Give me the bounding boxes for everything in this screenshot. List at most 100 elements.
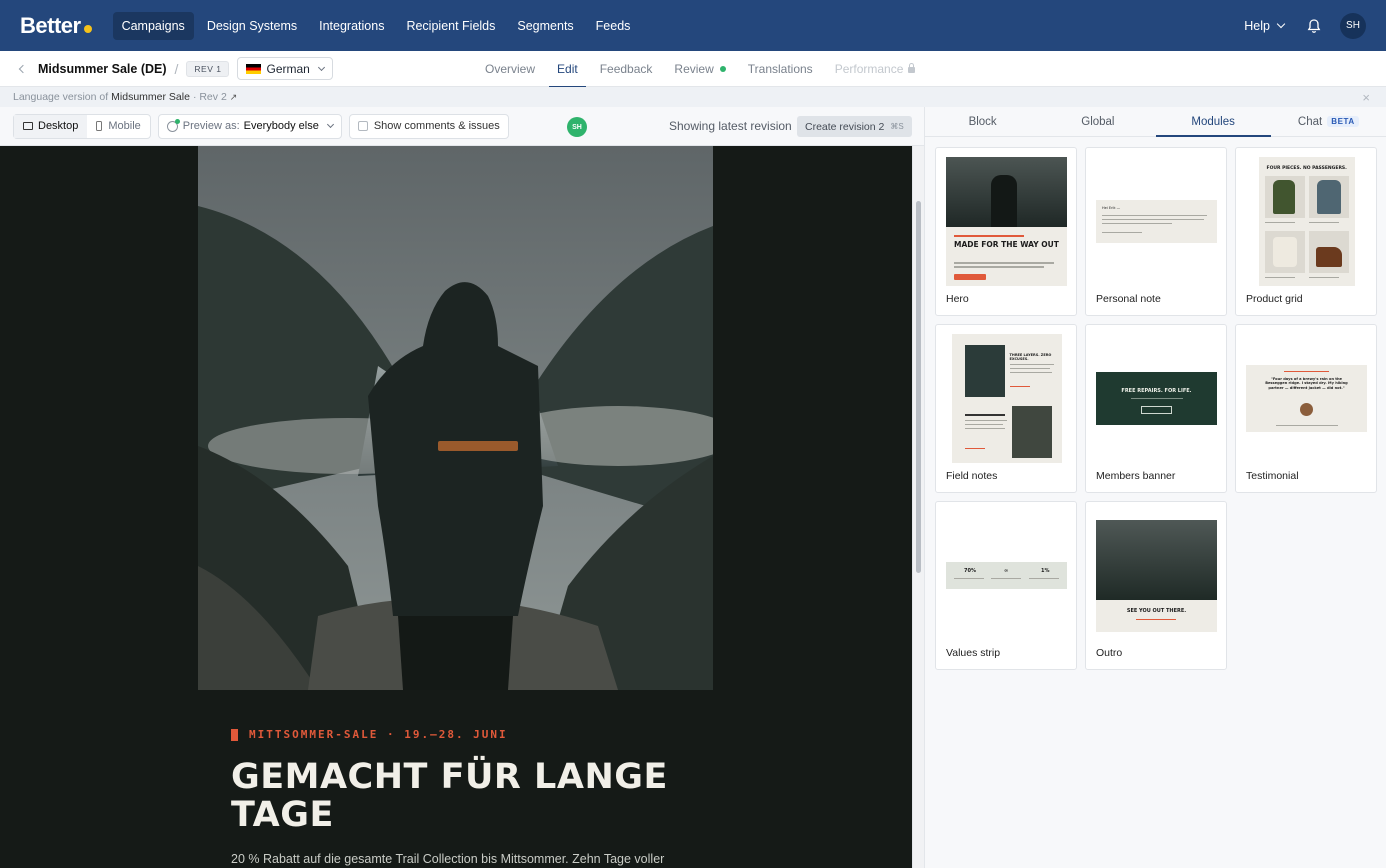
tab-block[interactable]: Block: [925, 107, 1040, 136]
right-panel: Block Global Modules Chat BETA MADE FOR T…: [924, 107, 1386, 868]
logo[interactable]: Better: [20, 13, 92, 39]
module-heading: THREE LAYERS. ZERO EXCUSES.: [1009, 353, 1052, 361]
show-comments-toggle[interactable]: Show comments & issues: [348, 113, 509, 139]
module-thumbnail: 70% ∞ 1%: [946, 511, 1067, 640]
monitor-icon: [23, 122, 33, 130]
module-name: Outro: [1096, 647, 1123, 659]
module-thumbnail: "Four days of a brewy's rain on the Bess…: [1246, 334, 1367, 463]
email-headline[interactable]: GEMACHT FÜR LANGE TAGE: [231, 758, 701, 834]
module-thumbnail: Hei Erik —: [1096, 157, 1217, 286]
preview-as-select[interactable]: Preview as: Everybody else: [157, 113, 342, 139]
lock-icon: [908, 63, 916, 73]
module-thumbnail: FOUR PIECES. NO PASSENGERS.: [1246, 157, 1367, 286]
language-version-bar: Language version of Midsummer Sale · Rev…: [0, 87, 1386, 107]
create-revision-button[interactable]: Create revision 2 ⌘S: [797, 116, 912, 137]
tab-feedback[interactable]: Feedback: [592, 51, 661, 87]
module-heading: FREE REPAIRS. FOR LIFE.: [1121, 388, 1192, 394]
revision-badge: REV 1: [186, 60, 230, 77]
module-name: Personal note: [1096, 293, 1161, 305]
module-heading: "Four days of a brewy's rain on the Bess…: [1265, 377, 1348, 390]
status-dot-icon: [719, 66, 726, 72]
shortcut-hint: ⌘S: [890, 122, 904, 131]
nav-feeds[interactable]: Feeds: [587, 12, 640, 40]
module-heading: MADE FOR THE WAY OUT: [954, 240, 1059, 249]
preview-scrollbar[interactable]: [912, 146, 924, 868]
mobile-button[interactable]: Mobile: [87, 115, 149, 138]
module-card-personal-note[interactable]: Hei Erik — Personal note: [1085, 147, 1227, 316]
campaign-tabs: Overview Edit Feedback Review Translatio…: [477, 51, 929, 88]
tab-translations[interactable]: Translations: [740, 51, 821, 87]
language-select[interactable]: German: [237, 57, 333, 80]
segment-icon: [166, 118, 180, 132]
module-card-hero[interactable]: MADE FOR THE WAY OUT Hero: [935, 147, 1077, 316]
tab-edit[interactable]: Edit: [549, 51, 586, 88]
module-heading: Hei Erik —: [1102, 206, 1121, 210]
module-heading: SEE YOU OUT THERE.: [1126, 607, 1187, 614]
hiker-photo-image: [198, 146, 713, 690]
collaborator-avatar[interactable]: SH: [567, 117, 587, 137]
bell-icon[interactable]: [1306, 18, 1322, 34]
module-name: Product grid: [1246, 293, 1303, 305]
scroll-thumb[interactable]: [916, 201, 921, 573]
module-heading: FOUR PIECES. NO PASSENGERS.: [1266, 166, 1347, 171]
module-name: Members banner: [1096, 470, 1176, 482]
chevron-down-icon: [1276, 19, 1286, 29]
module-thumbnail: FREE REPAIRS. FOR LIFE.: [1096, 334, 1217, 463]
beta-badge: BETA: [1327, 116, 1359, 127]
module-name: Hero: [946, 293, 969, 305]
back-chevron-icon[interactable]: [18, 64, 28, 73]
campaign-name: Midsummer Sale (DE): [38, 61, 167, 76]
value-stat: ∞: [1004, 568, 1009, 574]
nav-design-systems[interactable]: Design Systems: [198, 12, 306, 40]
hero-image[interactable]: [198, 146, 713, 690]
parent-campaign-link[interactable]: Midsummer Sale: [111, 91, 190, 103]
module-thumbnail: MADE FOR THE WAY OUT: [946, 157, 1067, 286]
tab-overview[interactable]: Overview: [477, 51, 543, 87]
info-prefix: Language version of: [13, 91, 109, 103]
tab-chat[interactable]: Chat BETA: [1271, 107, 1386, 136]
email-preview-canvas[interactable]: MITTSOMMER-SALE · 19.–28. JUNI GEMACHT F…: [0, 146, 912, 868]
chevron-down-icon: [317, 63, 325, 71]
module-card-values-strip[interactable]: 70% ∞ 1% Values strip: [935, 501, 1077, 670]
chevron-down-icon: [326, 120, 334, 129]
language-label: German: [266, 61, 310, 76]
user-avatar[interactable]: SH: [1340, 12, 1366, 39]
email-eyebrow[interactable]: MITTSOMMER-SALE · 19.–28. JUNI: [231, 728, 508, 741]
help-menu[interactable]: Help: [1244, 19, 1286, 33]
nav-segments[interactable]: Segments: [508, 12, 582, 40]
phone-icon: [96, 121, 103, 131]
desktop-button[interactable]: Desktop: [14, 114, 88, 138]
parent-revision: · Rev 2: [192, 91, 227, 103]
nav-campaigns[interactable]: Campaigns: [112, 11, 194, 40]
preview-toolbar: Desktop Mobile Preview as: Everybody els…: [0, 107, 924, 146]
modules-grid: MADE FOR THE WAY OUT Hero Hei Erik — Per…: [935, 147, 1377, 670]
close-icon[interactable]: ×: [1362, 90, 1370, 105]
tab-review[interactable]: Review: [666, 51, 733, 87]
breadcrumb-separator: /: [174, 60, 179, 77]
preview-value: Everybody else: [243, 120, 319, 132]
module-card-outro[interactable]: SEE YOU OUT THERE. Outro: [1085, 501, 1227, 670]
email-body-text[interactable]: 20 % Rabatt auf die gesamte Trail Collec…: [231, 852, 701, 866]
revision-status: Showing latest revision: [669, 119, 792, 133]
module-card-testimonial[interactable]: "Four days of a brewy's rain on the Bess…: [1235, 324, 1377, 493]
comments-checkbox[interactable]: [357, 121, 368, 131]
tab-modules[interactable]: Modules: [1155, 107, 1272, 137]
nav-integrations[interactable]: Integrations: [310, 12, 393, 40]
module-card-members-banner[interactable]: FREE REPAIRS. FOR LIFE. Members banner: [1085, 324, 1227, 493]
module-name: Values strip: [946, 647, 1001, 659]
device-toggle: Desktop Mobile: [13, 113, 151, 139]
external-link-icon[interactable]: ↗: [230, 92, 238, 103]
module-thumbnail: THREE LAYERS. ZERO EXCUSES.: [946, 334, 1067, 463]
main-nav: Campaigns Design Systems Integrations Re…: [112, 11, 644, 40]
top-nav: Better Campaigns Design Systems Integrat…: [0, 0, 1386, 51]
campaign-header: Midsummer Sale (DE) / REV 1 German Overv…: [0, 51, 1386, 88]
module-name: Testimonial: [1246, 470, 1299, 482]
module-card-product-grid[interactable]: FOUR PIECES. NO PASSENGERS. Product grid: [1235, 147, 1377, 316]
module-thumbnail: SEE YOU OUT THERE.: [1096, 511, 1217, 640]
value-stat: 70%: [964, 568, 976, 574]
module-card-field-notes[interactable]: THREE LAYERS. ZERO EXCUSES. Field notes: [935, 324, 1077, 493]
value-stat: 1%: [1041, 568, 1050, 574]
nav-recipient-fields[interactable]: Recipient Fields: [397, 12, 504, 40]
tab-global[interactable]: Global: [1040, 107, 1155, 136]
module-name: Field notes: [946, 470, 998, 482]
